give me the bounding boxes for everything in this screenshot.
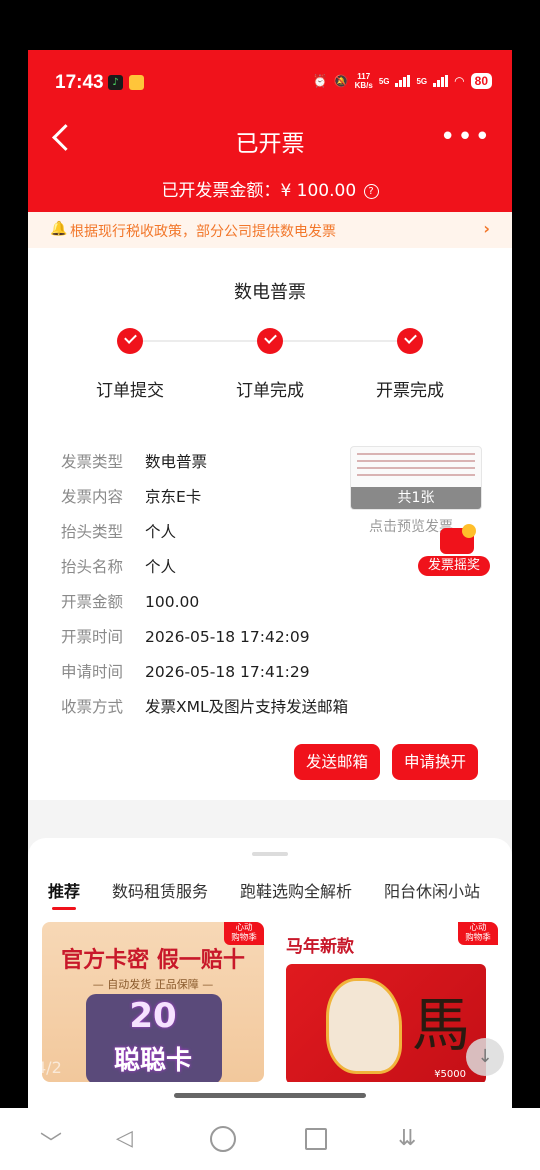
field-key: 开票金额 (61, 593, 124, 611)
check-circle-icon (257, 328, 283, 354)
tax-notice-bar[interactable]: 🔔 根据现行税收政策，部分公司提供数电发票 › (28, 212, 512, 248)
promo-badge: 心动 购物季 (458, 922, 498, 945)
field-key: 发票内容 (61, 488, 124, 506)
invoiced-amount: 已开发票金额：¥ 100.00 ? (28, 176, 512, 201)
tab-running-shoes[interactable]: 跑鞋选购全解析 (240, 878, 352, 902)
battery-icon: 80 (470, 73, 492, 89)
tab-digital-rental[interactable]: 数码租赁服务 (112, 878, 208, 902)
field-row: 发票类型 数电普票 (61, 450, 348, 485)
status-time: 17:43 (55, 72, 104, 93)
signal-icon (395, 75, 411, 87)
step-invoice-issued: 开票完成 (350, 328, 470, 401)
drawer-down-icon[interactable]: ⇊ (398, 1126, 416, 1151)
back-triangle-icon[interactable]: ◁ (116, 1126, 133, 1151)
download-arrow-icon[interactable]: ↓ (466, 1038, 504, 1076)
field-row: 发票内容 京东E卡 (61, 485, 348, 520)
field-key: 抬头名称 (61, 558, 124, 576)
system-navigation-bar: ﹀ ◁ ⇊ (0, 1108, 540, 1170)
field-value: 2026-05-18 17:42:09 (145, 628, 310, 646)
invoice-field-list: 发票类型 数电普票 发票内容 京东E卡 抬头类型 个人 抬头名称 个人 开票金额 100.… (61, 450, 348, 730)
step-label: 开票完成 (376, 381, 444, 401)
home-indicator[interactable] (174, 1093, 366, 1098)
invoiced-amount-label: 已开发票金额： (161, 181, 281, 201)
notes-app-icon (129, 75, 144, 90)
recents-square-icon[interactable] (305, 1128, 327, 1150)
horse-illustration (326, 978, 402, 1074)
preview-count: 共1张 (351, 487, 481, 509)
field-key: 抬头类型 (61, 523, 124, 541)
tiktok-icon: ♪ (108, 75, 123, 90)
product-number: 20 (129, 996, 177, 1036)
step-order-completed: 订单完成 (210, 328, 330, 401)
chevron-right-icon: › (483, 219, 490, 238)
tab-balcony[interactable]: 阳台休闲小站 (384, 878, 480, 902)
step-label: 订单完成 (236, 381, 304, 401)
recommendation-panel: 推荐 数码租赁服务 跑鞋选购全解析 阳台休闲小站 心动 购物季 官方卡密 假一赔… (28, 838, 512, 1108)
sim2-label: 5G (416, 76, 428, 86)
field-key: 收票方式 (61, 698, 124, 716)
field-value: 数电普票 (145, 453, 208, 471)
more-dots-icon[interactable]: ••• (440, 122, 492, 152)
recommend-tabs: 推荐 数码租赁服务 跑鞋选购全解析 阳台休闲小站 (48, 878, 480, 910)
field-row: 抬头名称 个人 (61, 555, 348, 590)
invoiced-amount-value: ¥ 100.00 (280, 181, 357, 201)
product-price-note: ¥5000 (434, 1069, 466, 1080)
field-value: 个人 (145, 558, 177, 576)
net-speed-unit: KB/s (354, 81, 373, 90)
app-screen: 17:43 ♪ ⏰ 🔕 117 KB/s 5G 5G ◠ 80 已开票 ••• 已… (28, 50, 512, 1108)
product-name: 聪聪卡 (113, 1046, 192, 1076)
invoice-preview-thumbnail[interactable]: 共1张 (350, 446, 482, 510)
collapse-icon[interactable]: ﹀ (40, 1126, 62, 1158)
reissue-button[interactable]: 申请换开 (392, 744, 479, 780)
question-circle-icon[interactable]: ? (363, 184, 379, 199)
product-subline: — 自动发货 正品保障 — (92, 978, 214, 991)
field-key: 发票类型 (61, 453, 124, 471)
field-row: 申请时间 2026-05-18 17:41:29 (61, 660, 348, 695)
invoice-type-title: 数电普票 (234, 282, 306, 303)
net-speed-value: 117 (357, 72, 371, 81)
field-row: 开票时间 2026-05-18 17:42:09 (61, 625, 348, 660)
product-image-char: 馬 (411, 991, 470, 1059)
invoice-detail-card: 数电普票 订单提交 订单完成 开票完成 发票类型 数电普票 发票内容 京东E卡 抬头… (28, 248, 512, 800)
mute-icon: 🔕 (333, 74, 349, 88)
alarm-icon: ⏰ (312, 74, 328, 88)
tab-recommend[interactable]: 推荐 (48, 878, 80, 910)
product-card[interactable]: 心动 购物季 官方卡密 假一赔十 — 自动发货 正品保障 — 20 聪聪卡 (42, 922, 264, 1082)
page-indicator: 4/2 (36, 1058, 62, 1077)
product-headline: 官方卡密 假一赔十 (61, 948, 245, 973)
field-value: 个人 (145, 523, 177, 541)
check-circle-icon (117, 328, 143, 354)
sim1-label: 5G (378, 76, 390, 86)
step-label: 订单提交 (96, 381, 164, 401)
horse-card-image: 馬 ¥5000 (286, 964, 486, 1082)
product-card[interactable]: 心动 购物季 马年新款 馬 ¥5000 (276, 922, 498, 1082)
field-value: 发票XML及图片支持发送邮箱 (145, 698, 349, 716)
send-email-button[interactable]: 发送邮箱 (294, 744, 381, 780)
signal-icon (433, 75, 449, 87)
wifi-icon: ◠ (454, 74, 465, 88)
check-circle-icon (397, 328, 423, 354)
status-icons: ⏰ 🔕 117 KB/s 5G 5G ◠ 80 (313, 72, 492, 90)
field-key: 申请时间 (61, 663, 124, 681)
field-value: 2026-05-18 17:41:29 (145, 663, 310, 681)
status-bar: 17:43 ♪ ⏰ 🔕 117 KB/s 5G 5G ◠ 80 (28, 50, 512, 118)
step-order-submitted: 订单提交 (70, 328, 190, 401)
bell-icon: 🔔 (50, 221, 68, 237)
field-key: 开票时间 (61, 628, 124, 646)
lottery-label: 发票摇奖 (418, 556, 490, 576)
field-value: 京东E卡 (145, 488, 202, 506)
drag-handle[interactable] (252, 852, 288, 856)
field-row: 开票金额 100.00 (61, 590, 348, 625)
product-headline: 马年新款 (286, 937, 354, 957)
invoice-lottery-button[interactable]: 发票摇奖 (418, 524, 496, 580)
home-circle-icon[interactable] (210, 1126, 236, 1152)
net-speed: 117 KB/s (355, 72, 373, 90)
invoice-thumbnail-image (357, 453, 475, 481)
field-value: 100.00 (145, 593, 200, 611)
field-row: 抬头类型 个人 (61, 520, 348, 555)
coin-icon (462, 524, 476, 538)
field-row: 收票方式 发票XML及图片支持发送邮箱 (61, 695, 348, 730)
notice-text: 根据现行税收政策，部分公司提供数电发票 (70, 224, 336, 240)
